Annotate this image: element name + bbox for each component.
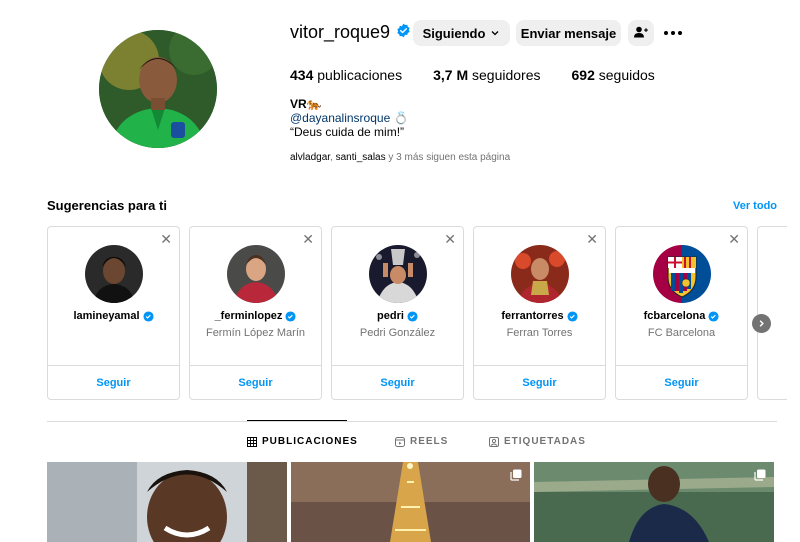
posts-stat[interactable]: 434 publicaciones (290, 67, 402, 83)
close-icon[interactable]: ✕ (728, 232, 740, 246)
close-icon[interactable]: ✕ (160, 232, 172, 246)
follow-button[interactable]: Seguir (332, 365, 463, 399)
tabs-divider (47, 421, 777, 422)
close-icon[interactable]: ✕ (444, 232, 456, 246)
suggestion-card-partial (757, 226, 787, 400)
following-stat[interactable]: 692 seguidos (572, 67, 655, 83)
profile-avatar[interactable] (99, 30, 217, 148)
following-button[interactable]: Siguiendo (413, 20, 510, 46)
suggestion-card: ✕ pedri Pedri González Seguir (331, 226, 464, 400)
add-user-button[interactable] (628, 20, 654, 46)
verified-badge-icon (708, 310, 719, 322)
tagged-icon (489, 436, 499, 447)
username-text: vitor_roque9 (290, 22, 391, 42)
tab-tagged[interactable]: ETIQUETADAS (489, 436, 586, 447)
suggestions-title: Sugerencias para ti (47, 198, 167, 213)
add-user-icon (634, 26, 648, 41)
chevron-right-icon[interactable] (752, 314, 771, 333)
multiple-images-icon (510, 469, 522, 481)
multiple-images-icon (754, 469, 766, 481)
follow-button[interactable]: Seguir (616, 365, 747, 399)
suggestion-card: ✕ lamineyamal Seguir (47, 226, 180, 400)
post-thumbnail[interactable] (534, 462, 774, 542)
avatar[interactable] (227, 245, 285, 303)
suggestion-card: ✕ _ferminlopez Fermín López Marín Seguir (189, 226, 322, 400)
suggestion-full-name: Fermín López Marín (205, 327, 306, 339)
verified-badge-icon (396, 22, 411, 43)
see-all-link[interactable]: Ver todo (733, 200, 777, 212)
avatar[interactable] (511, 245, 569, 303)
profile-username: vitor_roque9 (290, 22, 411, 43)
close-icon[interactable]: ✕ (586, 232, 598, 246)
profile-stats: 434 publicaciones 3,7 M seguidores 692 s… (290, 67, 686, 83)
following-button-label: Siguiendo (422, 25, 486, 41)
suggestion-full-name: FC Barcelona (647, 327, 716, 339)
profile-full-name: VR🐅 (290, 97, 322, 111)
verified-badge-icon (567, 310, 578, 322)
grid-icon (247, 436, 257, 447)
tab-posts[interactable]: PUBLICACIONES (247, 436, 358, 447)
suggestion-card: ✕ ferrantorres Ferran Torres Seguir (473, 226, 606, 400)
follow-button[interactable]: Seguir (190, 365, 321, 399)
follow-button[interactable]: Seguir (48, 365, 179, 399)
suggestion-full-name: Pedri González (359, 327, 436, 339)
tab-reels[interactable]: REELS (395, 436, 448, 447)
suggestion-card: ✕ fcbarcelona FC Barcelona Seguir (615, 226, 748, 400)
suggestion-username[interactable]: _ferminlopez (190, 310, 321, 322)
suggestion-full-name: Ferran Torres (506, 327, 573, 339)
close-icon[interactable]: ✕ (302, 232, 314, 246)
send-message-button[interactable]: Enviar mensaje (516, 20, 621, 46)
chevron-down-icon (490, 26, 500, 41)
verified-badge-icon (142, 310, 154, 322)
suggestion-username[interactable]: pedri (332, 310, 463, 322)
tab-posts-label: PUBLICACIONES (262, 436, 358, 447)
bio-text: “Deus cuida de mim!” (290, 125, 405, 139)
reels-icon (395, 436, 405, 447)
post-thumbnail[interactable] (291, 462, 530, 542)
bio-mention-link[interactable]: @dayanalinsroque 💍 (290, 111, 409, 125)
post-thumbnail[interactable] (47, 462, 287, 542)
suggestion-username[interactable]: fcbarcelona (616, 310, 747, 322)
followed-by-text[interactable]: alvladgar, santi_salas y 3 más siguen es… (290, 152, 510, 163)
avatar[interactable] (85, 245, 143, 303)
tab-tagged-label: ETIQUETADAS (504, 436, 586, 447)
verified-badge-icon (285, 310, 296, 322)
active-tab-indicator (247, 420, 347, 421)
suggestion-username[interactable]: lamineyamal (48, 310, 179, 322)
fcbarcelona-crest-icon[interactable] (653, 245, 711, 303)
suggestion-username[interactable]: ferrantorres (474, 310, 605, 322)
avatar[interactable] (369, 245, 427, 303)
followers-stat[interactable]: 3,7 M seguidores (433, 67, 540, 83)
verified-badge-icon (407, 310, 418, 322)
more-options-icon[interactable] (662, 24, 684, 42)
follow-button[interactable]: Seguir (474, 365, 605, 399)
tab-reels-label: REELS (410, 436, 449, 447)
